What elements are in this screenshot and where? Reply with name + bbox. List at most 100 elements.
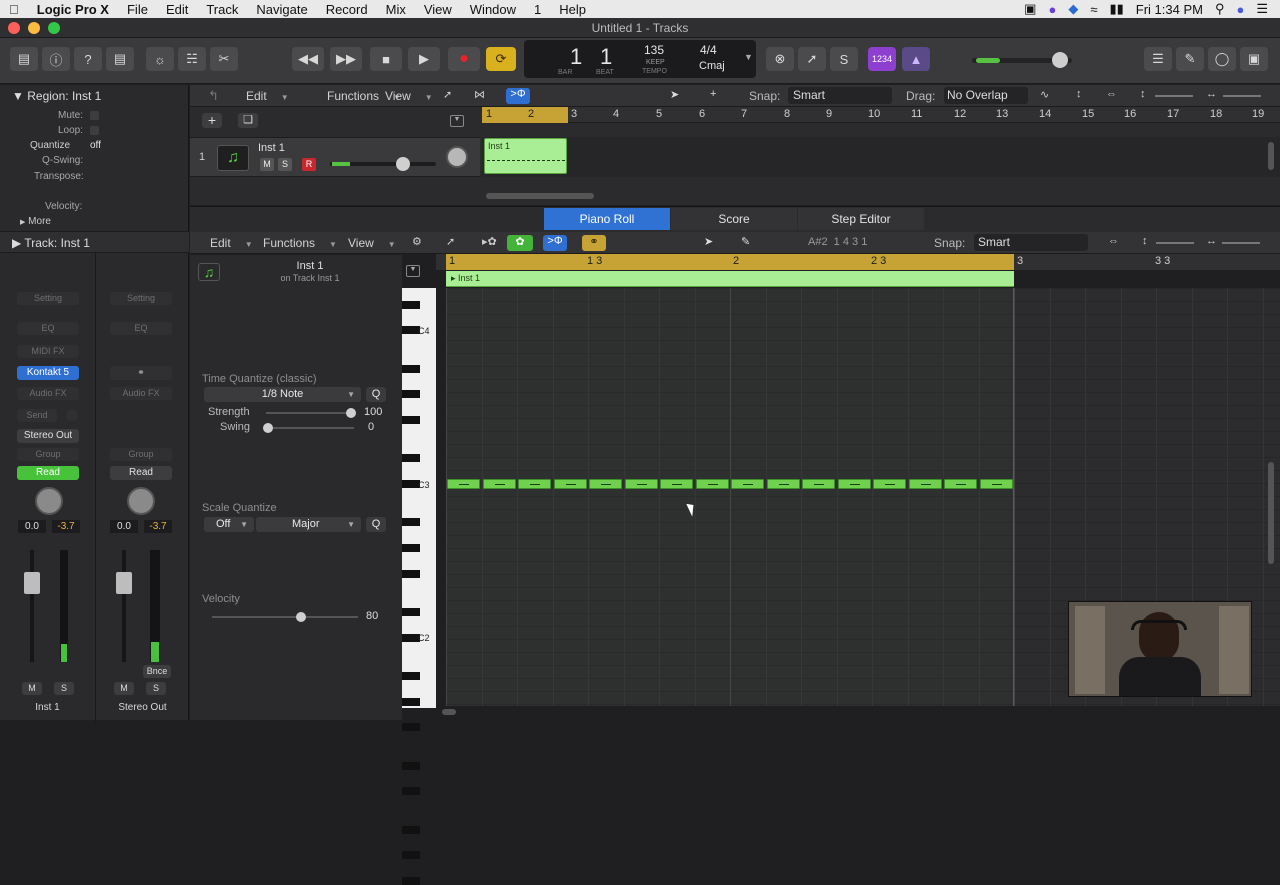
editors-icon[interactable]: ✂	[210, 47, 238, 71]
menu-mix[interactable]: Mix	[377, 2, 415, 17]
master-volume-slider[interactable]	[972, 52, 1072, 68]
black-key[interactable]	[402, 608, 420, 616]
track-pan-knob[interactable]	[446, 146, 468, 168]
battery-icon[interactable]: ▮▮	[1109, 1, 1123, 17]
strip1-setting-button[interactable]: Setting	[17, 292, 79, 305]
black-key[interactable]	[402, 569, 420, 578]
track-name[interactable]: Inst 1	[258, 142, 285, 154]
scale-quantize-q-button[interactable]: Q	[366, 517, 386, 532]
swing-knob[interactable]	[263, 423, 273, 433]
apple-icon[interactable]: 	[0, 2, 28, 17]
strip1-send-button[interactable]: Send	[17, 409, 57, 422]
quick-help-icon[interactable]: ?	[74, 47, 102, 71]
midi-note[interactable]	[766, 479, 800, 489]
editor-pencil-tool-icon[interactable]: ✎	[741, 235, 750, 248]
cycle-icon[interactable]: ⟳	[486, 47, 516, 71]
menu-view[interactable]: View	[415, 2, 461, 17]
tracks-vertical-scrollbar[interactable]	[1268, 142, 1274, 170]
black-key[interactable]	[402, 851, 420, 860]
strip1-send-knob[interactable]	[66, 409, 78, 421]
strip2-pan-knob[interactable]	[127, 487, 155, 515]
strip2-solo-button[interactable]: S	[146, 682, 166, 695]
link-icon[interactable]: ⚭	[582, 235, 606, 251]
count-in-button[interactable]: 1234	[868, 47, 896, 71]
waveform-zoom-icon[interactable]: ∿	[1040, 88, 1049, 101]
tracks-cycle-region[interactable]	[482, 107, 568, 123]
region-inspector-header[interactable]: ▼ Region: Inst 1	[12, 89, 101, 103]
strip2-mute-button[interactable]: M	[114, 682, 134, 695]
piano-roll-cycle-region[interactable]	[446, 254, 1014, 270]
strip1-name[interactable]: Inst 1	[0, 702, 95, 713]
fast-forward-icon[interactable]: ▶▶	[330, 47, 362, 71]
scale-mode-select[interactable]: Major ▼	[256, 517, 361, 532]
catch-icon[interactable]: ↰	[208, 88, 219, 104]
editor-snap-select[interactable]: Smart	[974, 234, 1088, 251]
midi-note[interactable]	[944, 479, 977, 489]
toolbar-toggle-icon[interactable]: ▤	[106, 47, 134, 71]
black-key[interactable]	[402, 723, 420, 732]
collapse-icon[interactable]: ▸✿	[482, 235, 497, 248]
more-toggle[interactable]: ▶ More	[20, 216, 51, 227]
wifi-icon[interactable]: ≈	[1090, 2, 1097, 17]
time-quantize-q-button[interactable]: Q	[366, 387, 386, 402]
velocity-slider[interactable]	[212, 612, 358, 622]
filter-icon[interactable]: >Φ	[506, 88, 530, 104]
midi-note[interactable]	[802, 479, 835, 489]
minimize-window-button[interactable]	[28, 22, 40, 34]
notification-center-icon[interactable]: ☰	[1256, 1, 1268, 17]
quantize-value[interactable]: off	[90, 140, 101, 151]
black-key[interactable]	[402, 787, 420, 796]
strip1-mute-button[interactable]: M	[22, 682, 42, 695]
strength-slider[interactable]	[266, 408, 356, 418]
midi-note[interactable]	[731, 479, 764, 489]
menu-record[interactable]: Record	[317, 2, 377, 17]
vertical-fit-icon[interactable]: ↕	[1076, 88, 1082, 100]
black-key[interactable]	[402, 364, 420, 373]
editor-automation-icon[interactable]: ➚	[446, 235, 455, 248]
solo-icon[interactable]: S	[830, 47, 858, 71]
editor-menu-functions[interactable]: Functions ▼	[263, 236, 337, 250]
piano-keyboard[interactable]	[402, 288, 436, 885]
rewind-icon[interactable]: ◀◀	[292, 47, 324, 71]
horizontal-zoom-icon[interactable]: ↔	[1206, 88, 1217, 100]
track-volume-slider[interactable]	[330, 157, 436, 171]
menu-track[interactable]: Track	[197, 2, 247, 17]
track-region[interactable]: Inst 1	[484, 138, 567, 174]
velocity-knob[interactable]	[296, 612, 306, 622]
black-key[interactable]	[402, 825, 420, 834]
tracks-menu-edit[interactable]: Edit ▼	[246, 89, 289, 103]
clock[interactable]: Fri 1:34 PM	[1136, 2, 1203, 17]
piano-roll-horizontal-scrollbar[interactable]	[442, 709, 456, 715]
piano-roll-vertical-scrollbar[interactable]	[1268, 462, 1274, 564]
strip1-eq-button[interactable]: EQ	[17, 322, 79, 335]
metronome-icon[interactable]: ▲	[902, 47, 930, 71]
midi-note[interactable]	[482, 479, 516, 489]
black-key[interactable]	[402, 697, 420, 706]
midi-draw-icon[interactable]: ✿	[507, 235, 533, 251]
track-inspector-header[interactable]: ▶ Track: Inst 1	[0, 231, 189, 253]
black-key[interactable]	[402, 390, 420, 399]
add-track-button[interactable]: +	[202, 113, 222, 128]
strip2-bounce-button[interactable]: Bnce	[143, 665, 171, 678]
record-icon[interactable]: ●	[448, 47, 480, 71]
midi-in-icon[interactable]: ⚙	[412, 235, 422, 248]
strength-value[interactable]: 100	[364, 406, 382, 418]
automation-icon[interactable]: ➚	[443, 88, 452, 101]
horizontal-zoom-slider[interactable]	[1223, 95, 1261, 97]
flex-icon[interactable]: ⋈	[474, 88, 485, 101]
editor-horizontal-zoom-icon[interactable]: ↔	[1206, 235, 1217, 247]
lcd-display[interactable]: 1 1 BAR BEAT 135 KEEP TEMPO 4/4 Cmaj ▼	[524, 40, 756, 78]
tracks-drag-select[interactable]: No Overlap	[944, 87, 1028, 104]
midi-note[interactable]	[873, 479, 906, 489]
menu-file[interactable]: File	[118, 2, 157, 17]
editor-filter-icon[interactable]: >Φ	[543, 235, 567, 251]
menu-navigate[interactable]: Navigate	[247, 2, 316, 17]
zoom-window-button[interactable]	[48, 22, 60, 34]
browsers-icon[interactable]: ▣	[1240, 47, 1268, 71]
mixer-icon[interactable]: ☵	[178, 47, 206, 71]
editor-menu-view[interactable]: View ▼	[348, 236, 396, 250]
vertical-zoom-slider[interactable]	[1155, 95, 1193, 97]
menu-window[interactable]: Window	[461, 2, 525, 17]
track-lane[interactable]	[482, 137, 1280, 177]
swing-slider[interactable]	[263, 423, 354, 433]
